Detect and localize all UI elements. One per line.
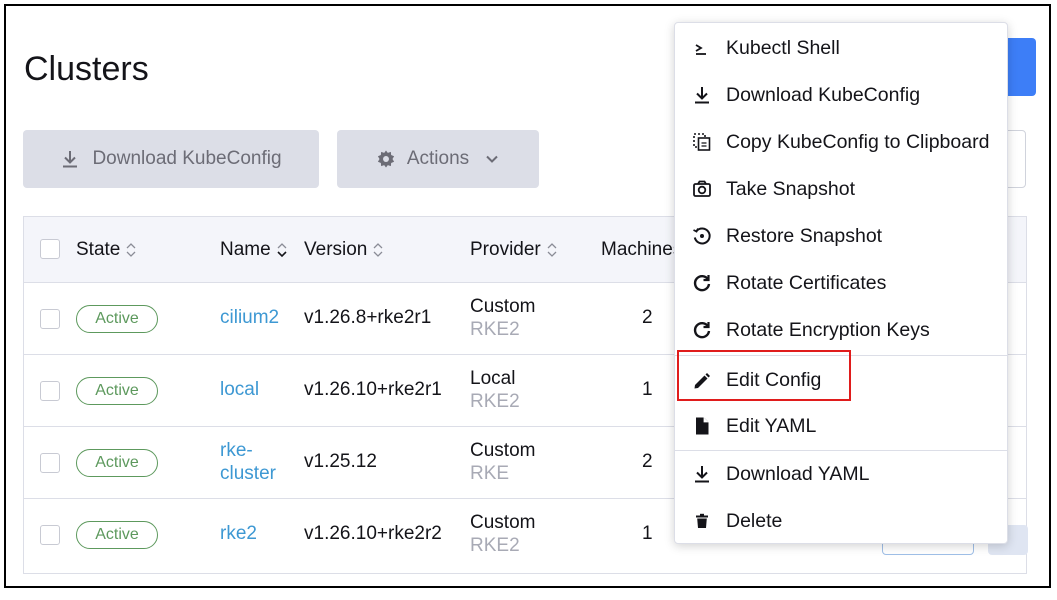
column-header-provider[interactable]: Provider bbox=[470, 239, 559, 261]
menu-item-take-snapshot[interactable]: Take Snapshot bbox=[675, 166, 1007, 212]
download-kubeconfig-button[interactable]: Download KubeConfig bbox=[23, 130, 319, 188]
edit-config-highlight bbox=[677, 350, 851, 401]
cluster-name-link[interactable]: rke2 bbox=[220, 523, 257, 545]
cluster-name-link[interactable]: rke- cluster bbox=[220, 439, 276, 485]
provider-distro: RKE bbox=[470, 463, 510, 484]
actions-button[interactable]: Actions bbox=[337, 130, 539, 188]
cluster-name-line: rke- bbox=[220, 440, 253, 461]
menu-item-label: Edit YAML bbox=[726, 414, 817, 437]
page-title: Clusters bbox=[24, 50, 149, 88]
row-checkbox[interactable] bbox=[40, 381, 60, 401]
menu-item-delete[interactable]: Delete bbox=[675, 498, 1007, 544]
machine-count: 1 bbox=[642, 379, 653, 400]
chevron-down-icon bbox=[486, 155, 498, 163]
menu-item-download-kubeconfig[interactable]: Download KubeConfig bbox=[675, 72, 1007, 118]
menu-item-restore-snapshot[interactable]: Restore Snapshot bbox=[675, 213, 1007, 259]
column-state-label: State bbox=[76, 239, 121, 260]
sort-icon bbox=[373, 243, 383, 257]
menu-item-label: Delete bbox=[726, 509, 783, 532]
column-name-label: Name bbox=[220, 239, 271, 260]
cluster-version: v1.26.10+rke2r1 bbox=[304, 379, 442, 400]
file-icon bbox=[691, 415, 713, 437]
provider-name: Custom bbox=[470, 512, 536, 533]
menu-item-rotate-encryption-keys[interactable]: Rotate Encryption Keys bbox=[675, 307, 1007, 353]
cluster-version: v1.26.10+rke2r2 bbox=[304, 523, 442, 544]
sort-icon bbox=[547, 243, 557, 257]
cluster-version: v1.26.8+rke2r1 bbox=[304, 307, 432, 328]
provider-name: Custom bbox=[470, 296, 536, 317]
row-checkbox[interactable] bbox=[40, 453, 60, 473]
row-checkbox[interactable] bbox=[40, 309, 60, 329]
cluster-version: v1.25.12 bbox=[304, 451, 377, 472]
sort-icon bbox=[277, 243, 287, 258]
camera-icon bbox=[691, 178, 713, 200]
download-icon bbox=[691, 84, 713, 106]
menu-item-label: Rotate Certificates bbox=[726, 271, 887, 294]
column-provider-label: Provider bbox=[470, 239, 541, 260]
cluster-provider: Custom RKE bbox=[470, 439, 535, 485]
menu-item-label: Restore Snapshot bbox=[726, 224, 883, 247]
column-header-state[interactable]: State bbox=[76, 239, 138, 261]
column-header-name[interactable]: Name bbox=[220, 239, 289, 261]
provider-distro: RKE2 bbox=[470, 535, 520, 556]
status-badge: Active bbox=[76, 377, 158, 405]
column-machines-label: Machines bbox=[601, 239, 683, 260]
column-version-label: Version bbox=[304, 239, 368, 260]
trash-icon bbox=[691, 510, 713, 532]
cluster-name-link[interactable]: local bbox=[220, 379, 259, 401]
provider-distro: RKE2 bbox=[470, 319, 520, 340]
rotate-icon bbox=[691, 319, 713, 341]
menu-item-label: Download KubeConfig bbox=[726, 83, 921, 106]
cluster-provider: Custom RKE2 bbox=[470, 511, 535, 557]
restore-icon bbox=[691, 225, 713, 247]
menu-item-label: Copy KubeConfig to Clipboard bbox=[726, 130, 990, 153]
app-frame: Clusters Download KubeConfig Actions Sta… bbox=[4, 4, 1051, 588]
row-checkbox[interactable] bbox=[40, 525, 60, 545]
cluster-actions-menu: Kubectl Shell Download KubeConfig Copy K… bbox=[674, 22, 1008, 544]
menu-item-label: Kubectl Shell bbox=[726, 36, 840, 59]
cluster-provider: Local RKE2 bbox=[470, 367, 520, 413]
provider-name: Custom bbox=[470, 440, 536, 461]
machine-count: 2 bbox=[642, 451, 653, 472]
select-all-checkbox[interactable] bbox=[40, 239, 60, 259]
cluster-name-link[interactable]: cilium2 bbox=[220, 307, 279, 329]
status-badge: Active bbox=[76, 449, 158, 477]
column-header-version[interactable]: Version bbox=[304, 239, 385, 261]
status-badge: Active bbox=[76, 521, 158, 549]
menu-item-copy-kubeconfig[interactable]: Copy KubeConfig to Clipboard bbox=[675, 119, 1007, 165]
rotate-icon bbox=[691, 272, 713, 294]
sort-icon bbox=[126, 243, 136, 257]
status-badge: Active bbox=[76, 305, 158, 333]
terminal-icon bbox=[691, 37, 713, 59]
menu-item-kubectl-shell[interactable]: Kubectl Shell bbox=[675, 25, 1007, 71]
cluster-provider: Custom RKE2 bbox=[470, 295, 535, 341]
menu-item-download-yaml[interactable]: Download YAML bbox=[675, 451, 1007, 497]
gear-icon bbox=[377, 150, 394, 168]
menu-item-label: Download YAML bbox=[726, 462, 870, 485]
menu-item-edit-yaml[interactable]: Edit YAML bbox=[675, 403, 1007, 449]
download-icon bbox=[63, 151, 78, 168]
menu-item-label: Take Snapshot bbox=[726, 177, 856, 200]
download-kubeconfig-label: Download KubeConfig bbox=[92, 148, 282, 169]
machine-count: 2 bbox=[642, 307, 653, 328]
column-header-machines[interactable]: Machines bbox=[601, 239, 682, 261]
download-icon bbox=[691, 463, 713, 485]
provider-name: Local bbox=[470, 368, 516, 389]
provider-distro: RKE2 bbox=[470, 391, 520, 412]
copy-icon bbox=[691, 131, 713, 153]
machine-count: 1 bbox=[642, 523, 653, 544]
menu-item-label: Rotate Encryption Keys bbox=[726, 318, 930, 341]
cluster-name-line: cluster bbox=[220, 463, 276, 484]
menu-item-rotate-certificates[interactable]: Rotate Certificates bbox=[675, 260, 1007, 306]
actions-label: Actions bbox=[406, 148, 470, 169]
